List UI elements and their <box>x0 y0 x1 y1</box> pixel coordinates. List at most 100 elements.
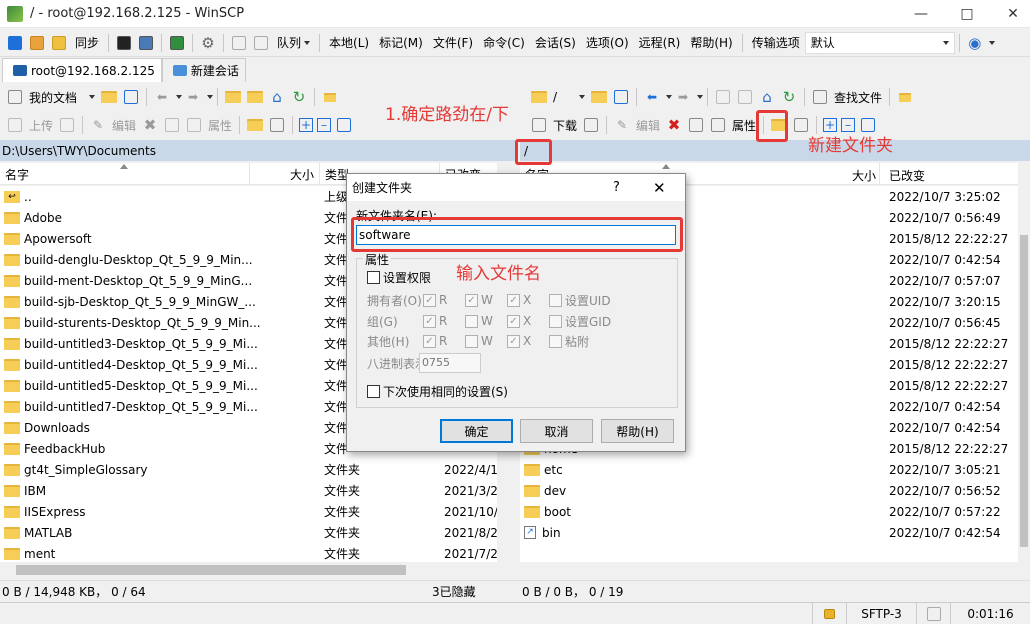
open-folder-icon[interactable] <box>100 88 118 106</box>
properties-button[interactable]: 属性 <box>205 114 235 136</box>
menu-local[interactable]: 本地(L) <box>324 32 374 54</box>
upload-options-icon[interactable] <box>58 116 76 134</box>
right-vscroll[interactable] <box>1018 163 1030 562</box>
col-size[interactable]: 大小 <box>250 163 320 185</box>
edit-button[interactable]: 编辑 <box>109 114 139 136</box>
dialog-close-button[interactable]: ✕ <box>653 179 666 197</box>
download-icon[interactable] <box>530 116 548 134</box>
set-permissions-checkbox[interactable]: 设置权限 <box>367 269 431 286</box>
minimize-button[interactable]: — <box>898 0 944 28</box>
parent-dir-icon[interactable] <box>224 88 242 106</box>
right-path-bar[interactable]: / <box>520 140 1030 161</box>
group-r-checkbox[interactable]: ✓ <box>423 314 436 328</box>
group-w-checkbox[interactable] <box>465 314 478 328</box>
chevron-down-icon[interactable] <box>176 95 182 99</box>
globe-icon[interactable]: ◉ <box>966 34 984 52</box>
transfer-options-select[interactable]: 默认 <box>804 31 955 54</box>
right-hscroll[interactable] <box>520 562 1030 578</box>
tab-new-session[interactable]: 新建会话 <box>161 58 246 82</box>
ok-button[interactable]: 确定 <box>440 419 513 443</box>
right-location-select[interactable]: / <box>550 86 588 108</box>
table-row[interactable]: ↗ bin 2022/10/7 0:42:54 <box>520 522 1018 543</box>
sync-browse-icon[interactable] <box>6 34 24 52</box>
table-row[interactable]: IISExpress 文件夹 2021/10/ <box>0 501 497 522</box>
left-location-select[interactable]: 我的文档 <box>26 86 98 108</box>
refresh-icon[interactable]: ↻ <box>780 88 798 106</box>
home-icon[interactable]: ⌂ <box>758 88 776 106</box>
download-options-icon[interactable] <box>582 116 600 134</box>
edit-icon[interactable]: ✎ <box>613 116 631 134</box>
rename-icon[interactable] <box>687 116 705 134</box>
root-dir-icon[interactable] <box>736 88 754 106</box>
cancel-button[interactable]: 取消 <box>520 419 593 443</box>
menu-file[interactable]: 文件(F) <box>428 32 478 54</box>
dialog-help-button[interactable]: ? <box>613 180 620 195</box>
filter-icon[interactable] <box>612 88 630 106</box>
find-files-button[interactable]: 查找文件 <box>831 86 885 108</box>
menu-remote[interactable]: 远程(R) <box>634 32 686 54</box>
table-row[interactable]: etc 2022/10/7 3:05:21 <box>520 459 1018 480</box>
back-icon[interactable]: ⬅ <box>643 88 661 106</box>
properties-button[interactable]: 属性 <box>729 114 759 136</box>
back-icon[interactable]: ⬅ <box>153 88 171 106</box>
owner-x-checkbox[interactable]: ✓ <box>507 293 520 307</box>
table-row[interactable]: dev 2022/10/7 0:56:52 <box>520 480 1018 501</box>
rename-icon[interactable] <box>163 116 181 134</box>
minus-icon[interactable]: – <box>841 118 856 132</box>
menu-session[interactable]: 会话(S) <box>530 32 581 54</box>
menu-mark[interactable]: 标记(M) <box>374 32 428 54</box>
maximize-button[interactable]: □ <box>944 0 990 28</box>
parent-dir-icon[interactable] <box>714 88 732 106</box>
edit-button[interactable]: 编辑 <box>633 114 663 136</box>
explorer-icon[interactable] <box>168 34 186 52</box>
gear-icon[interactable]: ⚙ <box>199 34 217 52</box>
table-row[interactable]: ment 文件夹 2021/7/2 <box>0 543 497 562</box>
properties-icon[interactable] <box>709 116 727 134</box>
tab-session[interactable]: root@192.168.2.125 <box>2 58 162 82</box>
minus-icon[interactable]: – <box>317 118 332 132</box>
putty-icon[interactable] <box>137 34 155 52</box>
queue-icon[interactable] <box>230 34 248 52</box>
select-filter-icon[interactable] <box>335 116 353 134</box>
terminal-icon[interactable] <box>115 34 133 52</box>
chevron-down-icon[interactable] <box>207 95 213 99</box>
other-w-checkbox[interactable] <box>465 334 478 348</box>
forward-icon[interactable]: ➡ <box>184 88 202 106</box>
menu-options[interactable]: 选项(O) <box>581 32 634 54</box>
menu-help[interactable]: 帮助(H) <box>685 32 737 54</box>
root-dir-icon[interactable] <box>246 88 264 106</box>
download-button[interactable]: 下载 <box>550 114 580 136</box>
menu-command[interactable]: 命令(C) <box>478 32 530 54</box>
chevron-down-icon[interactable] <box>697 95 703 99</box>
plus-icon[interactable]: + <box>299 118 314 132</box>
table-row[interactable]: gt4t_SimpleGlossary 文件夹 2022/4/1 <box>0 459 497 480</box>
group-x-checkbox[interactable]: ✓ <box>507 314 520 328</box>
table-row[interactable]: MATLAB 文件夹 2021/8/2 <box>0 522 497 543</box>
sticky-checkbox[interactable] <box>549 334 562 348</box>
new-file-icon[interactable] <box>268 116 286 134</box>
filter-icon[interactable] <box>122 88 140 106</box>
sync-paths-icon[interactable] <box>896 88 914 106</box>
upload-icon[interactable] <box>6 116 24 134</box>
upload-button[interactable]: 上传 <box>26 114 56 136</box>
left-hscroll-thumb[interactable] <box>16 565 406 575</box>
sync-icon[interactable] <box>50 34 68 52</box>
reuse-settings-checkbox[interactable]: 下次使用相同的设置(S) <box>367 383 508 400</box>
new-folder-icon[interactable] <box>246 116 264 134</box>
set-uid-checkbox[interactable] <box>549 293 562 307</box>
home-icon[interactable]: ⌂ <box>268 88 286 106</box>
delete-icon[interactable]: ✖ <box>665 116 683 134</box>
right-vscroll-thumb[interactable] <box>1020 235 1028 547</box>
open-folder-icon[interactable] <box>590 88 608 106</box>
set-gid-checkbox[interactable] <box>549 314 562 328</box>
properties-icon[interactable] <box>185 116 203 134</box>
col-name[interactable]: 名字 <box>0 163 250 185</box>
edit-icon[interactable]: ✎ <box>89 116 107 134</box>
compare-icon[interactable] <box>28 34 46 52</box>
owner-w-checkbox[interactable]: ✓ <box>465 293 478 307</box>
table-row[interactable]: IBM 文件夹 2021/3/2 <box>0 480 497 501</box>
octal-input[interactable]: 0755 <box>419 353 481 373</box>
forward-icon[interactable]: ➡ <box>674 88 692 106</box>
find-files-icon[interactable] <box>811 88 829 106</box>
queue-button[interactable]: 队列 <box>272 32 315 54</box>
